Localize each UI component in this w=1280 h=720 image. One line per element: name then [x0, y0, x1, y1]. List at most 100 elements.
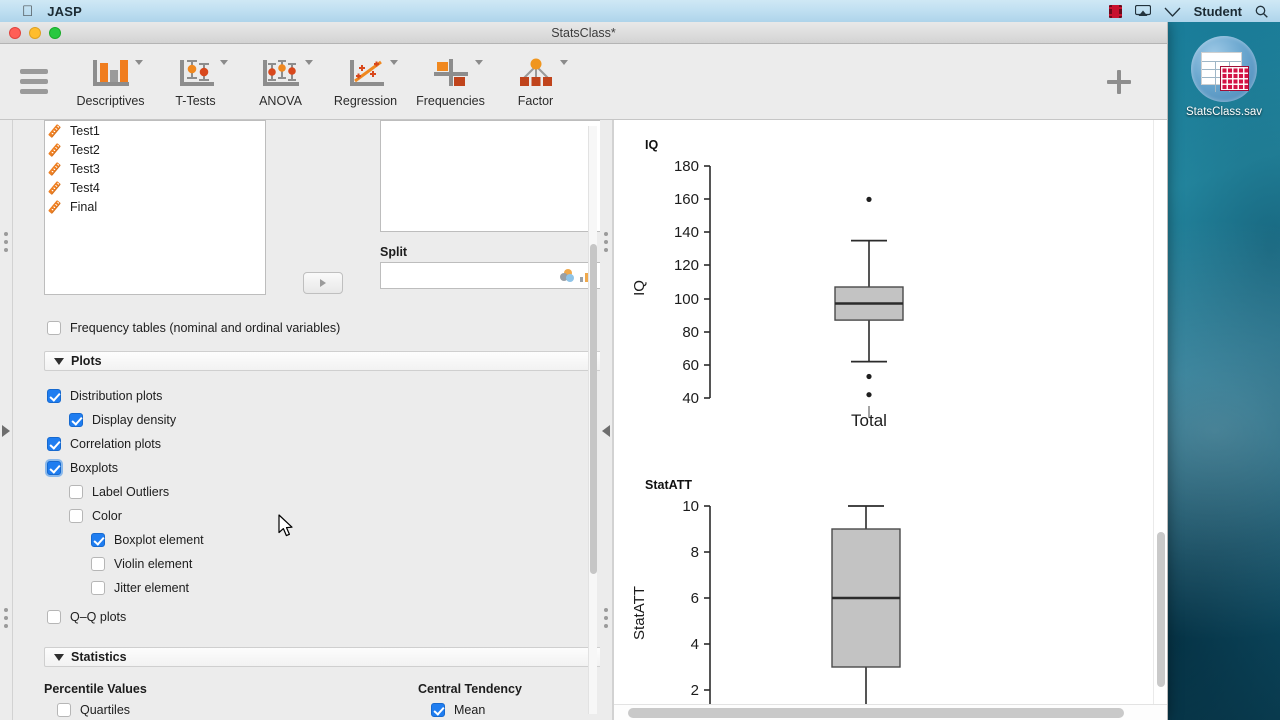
checkbox-box[interactable] — [69, 485, 83, 499]
svg-text:40: 40 — [682, 390, 699, 407]
options-scrollbar[interactable] — [588, 126, 597, 714]
results-scrollbar-thumb[interactable] — [1157, 532, 1165, 687]
results-scrollbar[interactable] — [1153, 120, 1167, 720]
screen-record-icon[interactable] — [1108, 4, 1122, 18]
section-title: Plots — [71, 354, 102, 368]
window-title-bar[interactable]: StatsClass* — [0, 22, 1167, 44]
ribbon-button-regression[interactable]: Regression — [323, 48, 408, 116]
split-label: Split — [380, 245, 408, 259]
list-item[interactable]: Test4 — [45, 178, 265, 197]
checkbox-quartiles[interactable]: Quartiles — [57, 703, 130, 717]
checkbox-boxplots[interactable]: Boxplots — [47, 461, 118, 475]
chevron-down-icon[interactable] — [560, 59, 568, 65]
box-statatt — [831, 505, 901, 714]
chevron-down-icon[interactable] — [305, 59, 313, 65]
checkbox-box[interactable] — [431, 703, 445, 717]
ribbon-button-anova[interactable]: ANOVA — [238, 48, 323, 116]
options-scrollbar-thumb[interactable] — [590, 244, 597, 574]
chevron-down-icon — [54, 357, 64, 365]
checkbox-box[interactable] — [47, 389, 61, 403]
menu-user-label[interactable]: Student — [1194, 4, 1242, 19]
variable-label: Test4 — [70, 180, 100, 195]
search-icon[interactable] — [1255, 5, 1268, 18]
checkbox-mean[interactable]: Mean — [431, 703, 485, 717]
list-item[interactable]: Test1 — [45, 121, 265, 140]
ribbon-button-factor[interactable]: Factor — [493, 48, 578, 116]
scale-ruler-icon — [51, 200, 64, 213]
checkbox-box[interactable] — [47, 321, 61, 335]
ribbon-button-frequencies[interactable]: Frequencies — [408, 48, 493, 116]
variable-label: Test2 — [70, 142, 100, 157]
ribbon-button-t-tests[interactable]: T-Tests — [153, 48, 238, 116]
results-splitter-rail[interactable] — [600, 120, 613, 720]
checkbox-boxplot-element[interactable]: Boxplot element — [91, 533, 204, 547]
section-header-statistics[interactable]: Statistics — [44, 647, 600, 667]
checkbox-label-outliers[interactable]: Label Outliers — [69, 485, 169, 499]
scale-ruler-icon — [51, 162, 64, 175]
apple-logo-icon[interactable]:  — [22, 4, 33, 19]
results-horizontal-scrollbar-thumb[interactable] — [628, 708, 1124, 718]
checkbox-display-density[interactable]: Display density — [69, 413, 176, 427]
scale-ruler-icon — [51, 143, 64, 156]
results-rail-grip-bottom[interactable] — [604, 608, 608, 628]
checkbox-box[interactable] — [91, 581, 105, 595]
checkbox-box[interactable] — [47, 610, 61, 624]
mac-menu-bar:  JASP Student — [0, 0, 1280, 22]
plus-icon[interactable] — [1099, 62, 1139, 102]
menu-app-name[interactable]: JASP — [47, 4, 82, 19]
svg-text:60: 60 — [682, 357, 699, 374]
left-splitter-rail[interactable] — [0, 120, 13, 720]
workspace: Test1 Test2 Test3 Test4 Final Split Freq… — [0, 120, 1167, 720]
checkbox-qq-plots[interactable]: Q–Q plots — [47, 610, 126, 624]
boxplot-chart-statatt: 10 8 6 4 2 StatATT — [631, 498, 901, 716]
chevron-down-icon[interactable] — [475, 59, 483, 65]
checkbox-distribution-plots[interactable]: Distribution plots — [47, 389, 162, 403]
close-button[interactable] — [9, 26, 21, 39]
factor-icon — [514, 54, 558, 90]
list-item[interactable]: Test2 — [45, 140, 265, 159]
checkbox-box[interactable] — [91, 533, 105, 547]
y-axis-label: IQ — [631, 280, 648, 296]
chevron-down-icon[interactable] — [135, 59, 143, 65]
results-horizontal-scrollbar[interactable] — [614, 704, 1167, 720]
checkbox-box[interactable] — [69, 509, 83, 523]
expand-right-arrow-icon[interactable] — [2, 425, 10, 437]
checkbox-label: Frequency tables (nominal and ordinal va… — [70, 321, 341, 335]
zoom-button[interactable] — [49, 26, 61, 39]
list-item[interactable]: Test3 — [45, 159, 265, 178]
variables-list-box[interactable]: Test1 Test2 Test3 Test4 Final — [44, 120, 266, 295]
menu-status-items: Student — [1108, 4, 1272, 19]
left-rail-grip-bottom[interactable] — [4, 608, 8, 628]
collapse-left-arrow-icon[interactable] — [602, 425, 610, 437]
frequencies-icon — [429, 54, 473, 90]
wifi-icon[interactable] — [1164, 6, 1181, 17]
results-panel[interactable]: IQ 180 160 140 120 100 80 60 40 IQ Total… — [613, 120, 1167, 720]
percentile-values-header: Percentile Values — [44, 682, 147, 696]
section-header-plots[interactable]: Plots — [44, 351, 600, 371]
desktop-file-icon[interactable]: StatsClass.sav — [1176, 36, 1272, 118]
minimize-button[interactable] — [29, 26, 41, 39]
checkbox-color[interactable]: Color — [69, 509, 122, 523]
airplay-icon[interactable] — [1134, 4, 1151, 18]
results-rail-grip-top[interactable] — [604, 232, 608, 252]
analysis-options-panel: Test1 Test2 Test3 Test4 Final Split Freq… — [13, 120, 600, 720]
svg-text:6: 6 — [691, 590, 699, 607]
transfer-right-button[interactable] — [303, 272, 343, 294]
checkbox-frequency-tables[interactable]: Frequency tables (nominal and ordinal va… — [47, 321, 340, 335]
checkbox-violin-element[interactable]: Violin element — [91, 557, 192, 571]
left-rail-grip-top[interactable] — [4, 232, 8, 252]
assigned-variables-box[interactable] — [380, 120, 600, 232]
checkbox-box[interactable] — [47, 437, 61, 451]
chevron-down-icon[interactable] — [390, 59, 398, 65]
split-drop-box[interactable] — [380, 262, 600, 289]
checkbox-box[interactable] — [91, 557, 105, 571]
chevron-down-icon[interactable] — [220, 59, 228, 65]
checkbox-correlation-plots[interactable]: Correlation plots — [47, 437, 161, 451]
hamburger-menu-icon[interactable] — [10, 69, 58, 94]
checkbox-box[interactable] — [57, 703, 71, 717]
list-item[interactable]: Final — [45, 197, 265, 216]
ribbon-button-descriptives[interactable]: Descriptives — [68, 48, 153, 116]
checkbox-jitter-element[interactable]: Jitter element — [91, 581, 189, 595]
checkbox-box[interactable] — [47, 461, 61, 475]
checkbox-box[interactable] — [69, 413, 83, 427]
